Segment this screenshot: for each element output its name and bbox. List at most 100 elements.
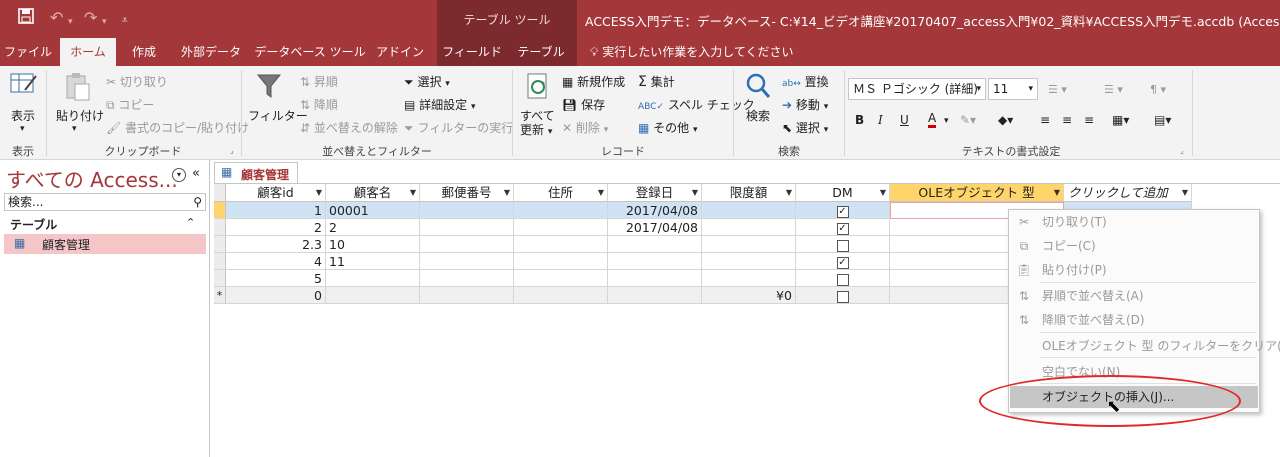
column-header-dm[interactable]: DM ▼ — [796, 184, 890, 202]
cell-id[interactable]: 5 — [226, 270, 326, 287]
bullets-button[interactable]: ☰ ▾ — [1048, 82, 1067, 98]
save-icon[interactable] — [18, 8, 34, 29]
filter-icon[interactable] — [254, 72, 284, 107]
cell-dm[interactable]: ✓ — [796, 253, 890, 270]
selection-filter-button[interactable]: ⏷ 選択 ▾ — [404, 74, 450, 92]
underline-button[interactable]: U — [900, 112, 909, 128]
cell-limit[interactable] — [702, 236, 796, 253]
cell-dm[interactable] — [796, 287, 890, 304]
font-color-dropdown-icon[interactable]: ▾ — [944, 116, 949, 126]
nav-item-customer-table[interactable]: ▦ 顧客管理 — [4, 234, 206, 254]
cell-zip[interactable] — [420, 219, 514, 236]
cut-button[interactable]: ✂ 切り取り — [106, 74, 168, 90]
cell-name[interactable] — [326, 287, 420, 304]
font-name-select[interactable]: ＭＳ Ｐゴシック (詳細) ▾ — [848, 78, 986, 100]
column-header-name[interactable]: 顧客名 ▼ — [326, 184, 420, 202]
cell-date[interactable]: 2017/04/08 — [608, 219, 702, 236]
chevron-down-icon[interactable]: ▼ — [410, 184, 416, 201]
tab-external-data[interactable]: 外部データ — [172, 38, 250, 66]
select-all-corner[interactable] — [214, 184, 226, 202]
filter-button-label[interactable]: フィルター — [248, 108, 308, 124]
rtl-button[interactable]: ¶ ▾ — [1150, 82, 1166, 98]
sort-ascending-button[interactable]: ⇅ 昇順 — [300, 74, 338, 90]
row-selector[interactable] — [214, 219, 226, 236]
nav-category-tables[interactable]: テーブル — [10, 216, 57, 233]
context-menu-item-4[interactable]: ⇅ 昇順で並べ替え(A) — [1010, 285, 1258, 307]
cell-date[interactable]: 2017/04/08 — [608, 202, 702, 219]
cell-limit[interactable] — [702, 219, 796, 236]
cell-id[interactable]: 1 — [226, 202, 326, 219]
document-tab[interactable]: ▦ 顧客管理 — [214, 162, 298, 183]
totals-button[interactable]: Σ 集計 — [638, 74, 675, 90]
cell-address[interactable] — [514, 236, 608, 253]
italic-button[interactable]: I — [878, 112, 883, 128]
cell-limit[interactable] — [702, 253, 796, 270]
checkbox-checked[interactable]: ✓ — [836, 222, 849, 235]
cell-limit[interactable] — [702, 270, 796, 287]
undo-dropdown-icon[interactable]: ▾ — [68, 12, 73, 32]
context-menu-item-3[interactable]: 📋︎ 貼り付け(P) — [1010, 259, 1258, 281]
advanced-filter-button[interactable]: ▤ 詳細設定 ▾ — [404, 97, 476, 115]
view-dropdown-icon[interactable]: ▾ — [20, 124, 25, 134]
cell-name[interactable]: 11 — [326, 253, 420, 270]
cell-address[interactable] — [514, 219, 608, 236]
refresh-label-line2[interactable]: 更新 ▾ — [520, 122, 552, 140]
cell-id[interactable]: 2 — [226, 219, 326, 236]
chevron-down-icon[interactable]: ▼ — [504, 184, 510, 201]
cell-name[interactable] — [326, 270, 420, 287]
tab-database-tools[interactable]: データベース ツール — [254, 38, 366, 66]
font-size-select[interactable]: 11 ▾ — [988, 78, 1038, 100]
column-header-ole[interactable]: OLEオブジェクト 型 ▼ — [890, 184, 1064, 202]
cell-id[interactable]: 2.3 — [226, 236, 326, 253]
tab-addins[interactable]: アドイン — [370, 38, 430, 66]
checkbox-unchecked[interactable] — [836, 239, 849, 252]
cell-address[interactable] — [514, 253, 608, 270]
cell-name[interactable]: 2 — [326, 219, 420, 236]
chevron-down-icon[interactable]: ▼ — [1054, 184, 1060, 201]
align-left-icon[interactable]: ≡ — [1040, 112, 1050, 128]
row-selector[interactable]: * — [214, 287, 226, 304]
nav-search-input[interactable]: 検索... ⚲ — [4, 193, 206, 211]
tab-fields[interactable]: フィールド — [440, 38, 504, 66]
tab-table[interactable]: テーブル — [510, 38, 572, 66]
cell-date[interactable] — [608, 253, 702, 270]
chevron-down-icon[interactable]: ▼ — [880, 184, 886, 201]
cell-address[interactable] — [514, 202, 608, 219]
cell-limit[interactable] — [702, 202, 796, 219]
tab-home[interactable]: ホーム — [60, 38, 116, 66]
tab-create[interactable]: 作成 — [120, 38, 168, 66]
column-header-click-to-add[interactable]: クリックして追加 ▼ — [1064, 184, 1192, 202]
paste-dropdown-icon[interactable]: ▾ — [72, 124, 77, 134]
cell-limit[interactable]: ¥0 — [702, 287, 796, 304]
cell-date[interactable] — [608, 270, 702, 287]
cell-date[interactable] — [608, 236, 702, 253]
paste-icon[interactable] — [60, 72, 94, 109]
save-record-button[interactable]: 💾︎ 保存 — [562, 97, 605, 113]
chevron-down-icon[interactable]: ▼ — [786, 184, 792, 201]
row-selector[interactable] — [214, 236, 226, 253]
cell-address[interactable] — [514, 287, 608, 304]
align-center-icon[interactable]: ≡ — [1062, 112, 1072, 128]
chevron-down-icon[interactable]: ▼ — [1182, 184, 1188, 201]
cell-dm[interactable]: ✓ — [796, 219, 890, 236]
cell-zip[interactable] — [420, 253, 514, 270]
sort-descending-button[interactable]: ⇅ 降順 — [300, 97, 338, 113]
checkbox-unchecked[interactable] — [836, 273, 849, 286]
context-menu-item-6[interactable]: OLEオブジェクト 型 のフィルターをクリア(L) — [1010, 335, 1280, 357]
checkbox-checked[interactable]: ✓ — [836, 205, 849, 218]
cell-zip[interactable] — [420, 202, 514, 219]
collapse-pane-icon[interactable]: « — [192, 166, 200, 181]
remove-sort-button[interactable]: ⇵ 並べ替えの解除 — [300, 120, 398, 136]
search-icon[interactable] — [742, 72, 774, 107]
replace-button[interactable]: ab↔ 置換 — [782, 74, 829, 91]
chevron-down-icon[interactable]: ▼ — [598, 184, 604, 201]
format-painter-button[interactable]: 🖌︎ 書式のコピー/貼り付け — [106, 120, 249, 136]
row-selector[interactable] — [214, 202, 226, 219]
cell-zip[interactable] — [420, 287, 514, 304]
nav-pane-title[interactable]: すべての Access... — [6, 164, 178, 193]
row-selector[interactable] — [214, 270, 226, 287]
cell-date[interactable] — [608, 287, 702, 304]
checkbox-checked[interactable]: ✓ — [836, 256, 849, 269]
redo-icon[interactable]: ↷ — [84, 8, 97, 28]
tab-file[interactable]: ファイル — [0, 38, 56, 66]
